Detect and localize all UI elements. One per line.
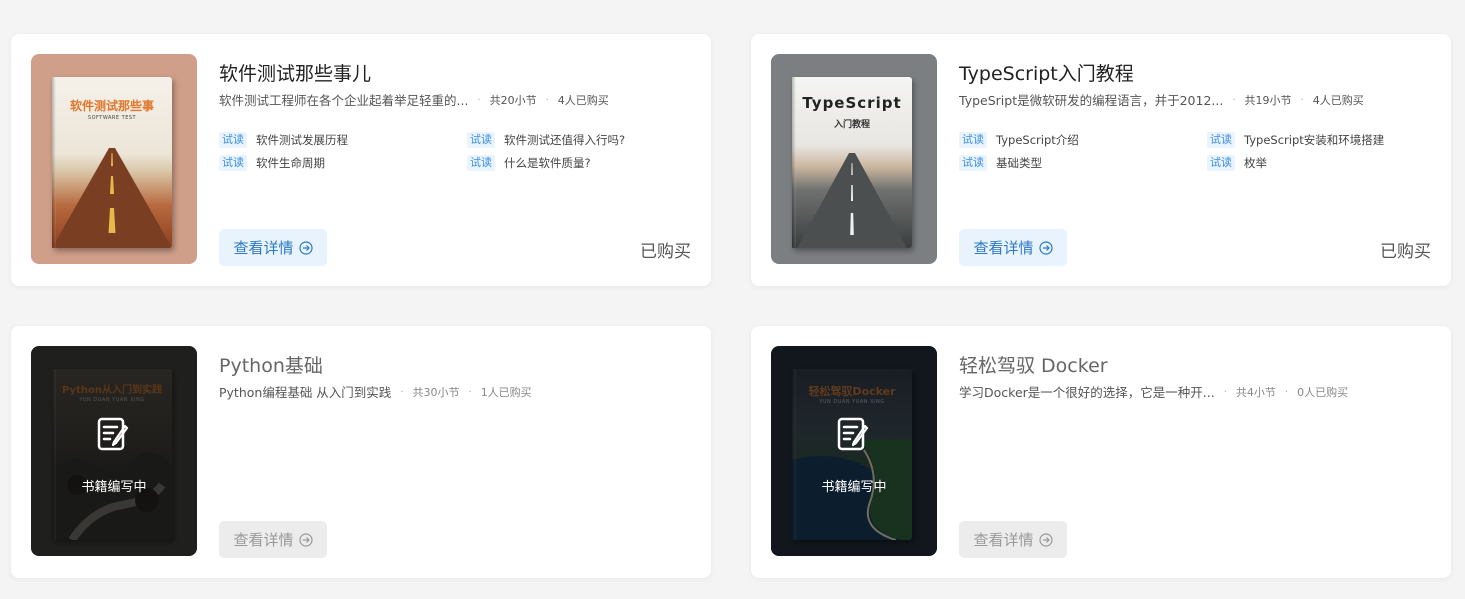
- lesson-title: 软件测试发展历程: [256, 133, 348, 147]
- course-description: TypeSript是微软研发的编程语言，并于2012...: [959, 93, 1224, 108]
- view-details-button[interactable]: 查看详情: [219, 521, 327, 558]
- cover-subtitle: SOFTWARE TEST: [87, 115, 137, 121]
- trial-badge: 试读: [1207, 155, 1235, 171]
- separator-dot: ·: [1300, 95, 1304, 106]
- section-count: 共19小节: [1244, 94, 1292, 107]
- writing-in-progress-label: 书籍编写中: [81, 480, 147, 495]
- buyer-count: 4人已购买: [557, 94, 609, 107]
- lesson-title: TypeScript安装和环境搭建: [1244, 133, 1385, 147]
- trial-lesson-item[interactable]: 试读 软件测试发展历程: [219, 132, 467, 148]
- separator-dot: ·: [1284, 387, 1289, 398]
- lesson-title: 软件测试还值得入行吗?: [504, 133, 626, 147]
- buyer-count: 0人已购买: [1297, 386, 1349, 399]
- cover-title: 软件测试那些事: [69, 99, 154, 113]
- purchased-status: 已购买: [640, 242, 691, 262]
- trial-badge: 试读: [1207, 132, 1235, 148]
- arrow-circle-right-icon: [298, 532, 313, 547]
- edit-document-icon: [97, 417, 129, 451]
- trial-lesson-item[interactable]: 试读 软件测试还值得入行吗?: [467, 132, 699, 148]
- lesson-title: 基础类型: [996, 156, 1042, 170]
- view-details-button[interactable]: 查看详情: [959, 521, 1067, 558]
- trial-badge: 试读: [219, 155, 247, 171]
- course-description: 软件测试工程师在各个企业起着举足轻重的...: [219, 93, 469, 108]
- course-title[interactable]: 轻松驾驭 Docker: [959, 352, 1431, 380]
- view-details-button[interactable]: 查看详情: [219, 229, 327, 266]
- course-card-python[interactable]: Python从入门到实践 YUN DUAN YUAN XING 书籍编写中 Py…: [11, 326, 711, 578]
- course-cover[interactable]: Python从入门到实践 YUN DUAN YUAN XING 书籍编写中: [31, 346, 197, 556]
- separator-dot: ·: [477, 95, 481, 106]
- course-description: Python编程基础 从入门到实践: [219, 385, 392, 400]
- trial-lesson-item[interactable]: 试读 什么是软件质量?: [467, 155, 699, 171]
- view-details-label: 查看详情: [233, 239, 294, 257]
- course-description: 学习Docker是一个很好的选择，它是一种开...: [959, 385, 1215, 400]
- section-count: 共20小节: [489, 94, 537, 107]
- course-title[interactable]: 软件测试那些事儿: [219, 60, 691, 88]
- lesson-title: 软件生命周期: [256, 156, 325, 170]
- cover-title: TypeScript: [802, 94, 902, 112]
- road-illustration: [797, 153, 907, 248]
- writing-in-progress-label: 书籍编写中: [821, 480, 887, 495]
- trial-badge: 试读: [219, 132, 247, 148]
- edit-document-icon: [837, 417, 869, 451]
- course-cover[interactable]: TypeScript 入门教程: [771, 54, 937, 264]
- arrow-circle-right-icon: [1038, 240, 1053, 255]
- course-card-software-test[interactable]: 软件测试那些事 SOFTWARE TEST 软件测试那些事儿 软件测试工程师在各…: [11, 34, 711, 286]
- trial-lesson-item[interactable]: 试读 TypeScript安装和环境搭建: [1207, 132, 1439, 148]
- separator-dot: ·: [1223, 387, 1227, 398]
- view-details-label: 查看详情: [973, 239, 1034, 257]
- buyer-count: 4人已购买: [1312, 94, 1364, 107]
- trial-lesson-item[interactable]: 试读 枚举: [1207, 155, 1439, 171]
- lesson-title: 枚举: [1244, 156, 1267, 170]
- arrow-circle-right-icon: [1038, 532, 1053, 547]
- course-cover[interactable]: 轻松驾驭Docker YUN DUAN YUAN XING 书籍编写中: [771, 346, 937, 556]
- road-illustration: [52, 148, 172, 248]
- view-details-label: 查看详情: [973, 531, 1034, 549]
- section-count: 共30小节: [412, 386, 460, 399]
- trial-lesson-list: 试读 软件测试发展历程 试读 软件测试还值得入行吗? 试读 软件生命周期 试读 什么是软…: [219, 132, 699, 171]
- course-cover[interactable]: 软件测试那些事 SOFTWARE TEST: [31, 54, 197, 264]
- course-card-docker[interactable]: 轻松驾驭Docker YUN DUAN YUAN XING 书籍编写中 轻松驾驭…: [751, 326, 1451, 578]
- trial-lesson-item[interactable]: 试读 基础类型: [959, 155, 1207, 171]
- trial-lesson-list: 试读 TypeScript介绍 试读 TypeScript安装和环境搭建 试读 基础类…: [959, 132, 1439, 171]
- course-card-typescript[interactable]: TypeScript 入门教程 TypeScript入门教程 TypeSript…: [751, 34, 1451, 286]
- purchased-status: 已购买: [1380, 242, 1431, 262]
- trial-lesson-item[interactable]: 试读 TypeScript介绍: [959, 132, 1207, 148]
- separator-dot: ·: [400, 387, 404, 398]
- view-details-button[interactable]: 查看详情: [959, 229, 1067, 266]
- book-cover-image: TypeScript 入门教程: [792, 77, 912, 248]
- course-title[interactable]: TypeScript入门教程: [959, 60, 1431, 88]
- trial-badge: 试读: [467, 155, 495, 171]
- cover-subtitle: 入门教程: [833, 120, 870, 130]
- trial-badge: 试读: [959, 132, 987, 148]
- view-details-label: 查看详情: [233, 531, 294, 549]
- separator-dot: ·: [1232, 95, 1236, 106]
- section-count: 共4小节: [1235, 386, 1276, 399]
- trial-badge: 试读: [959, 155, 987, 171]
- trial-badge: 试读: [467, 132, 495, 148]
- lesson-title: TypeScript介绍: [996, 133, 1079, 147]
- separator-dot: ·: [468, 387, 472, 398]
- arrow-circle-right-icon: [298, 240, 313, 255]
- lesson-title: 什么是软件质量?: [504, 156, 591, 170]
- buyer-count: 1人已购买: [480, 386, 532, 399]
- book-cover-image: 软件测试那些事 SOFTWARE TEST: [52, 77, 172, 248]
- trial-lesson-item[interactable]: 试读 软件生命周期: [219, 155, 467, 171]
- course-title[interactable]: Python基础: [219, 352, 691, 380]
- separator-dot: ·: [545, 95, 549, 106]
